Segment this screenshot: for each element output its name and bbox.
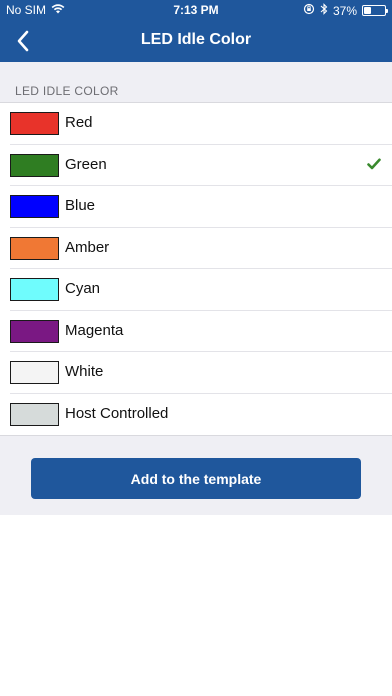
color-option-amber[interactable]: Amber xyxy=(0,228,392,270)
add-to-template-button[interactable]: Add to the template xyxy=(31,458,361,499)
bluetooth-icon xyxy=(320,3,328,18)
color-option-white[interactable]: White xyxy=(0,352,392,394)
color-swatch xyxy=(10,361,59,384)
nav-bar: LED Idle Color xyxy=(0,20,392,62)
status-right: 37% xyxy=(303,3,388,18)
color-option-magenta[interactable]: Magenta xyxy=(0,311,392,353)
color-swatch xyxy=(10,236,59,260)
color-swatch xyxy=(10,195,59,218)
color-option-cyan[interactable]: Cyan xyxy=(0,269,392,311)
checkmark-icon xyxy=(367,158,381,169)
color-option-list: Red Green Blue Amber Cyan Magenta White Host Co… xyxy=(0,102,392,436)
color-option-red[interactable]: Red xyxy=(0,103,392,145)
color-option-label: White xyxy=(65,363,104,380)
color-swatch xyxy=(10,112,59,135)
battery-level xyxy=(364,7,372,14)
color-swatch xyxy=(10,278,59,301)
color-swatch xyxy=(10,319,59,343)
color-swatch xyxy=(10,153,59,177)
color-option-label: Amber xyxy=(65,238,110,256)
content-area: LED IDLE COLOR Red Green Blue Amber Cyan Mage… xyxy=(0,62,392,515)
color-option-blue[interactable]: Blue xyxy=(0,186,392,228)
color-option-label: Host Controlled xyxy=(65,404,169,422)
color-option-green[interactable]: Green xyxy=(0,145,392,187)
app-header: No SIM 7:13 PM 37% LED Idle Color xyxy=(0,0,392,62)
color-swatch xyxy=(10,402,59,426)
orientation-lock-icon xyxy=(303,3,315,18)
battery-percent: 37% xyxy=(332,3,357,18)
color-option-label: Blue xyxy=(65,197,96,214)
battery-icon xyxy=(362,5,388,16)
section-header: LED IDLE COLOR xyxy=(15,84,119,98)
color-option-label: Green xyxy=(65,155,107,173)
button-area: Add to the template xyxy=(31,458,361,499)
page-title: LED Idle Color xyxy=(140,31,252,48)
color-option-label: Cyan xyxy=(65,280,101,297)
color-option-host-controlled[interactable]: Host Controlled xyxy=(0,394,392,436)
color-option-label: Magenta xyxy=(65,321,124,339)
status-bar: No SIM 7:13 PM 37% xyxy=(0,0,392,20)
color-option-label: Red xyxy=(65,114,93,131)
